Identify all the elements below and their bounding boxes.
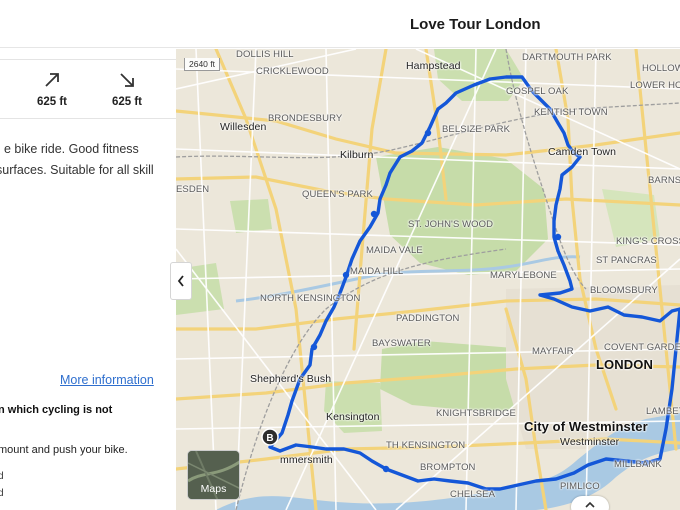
collapse-panel-button[interactable] (170, 262, 192, 300)
cycling-warning: n which cycling is not (0, 404, 113, 416)
map-label: ST PANCRAS (596, 255, 657, 266)
map-label: LAMBET (646, 406, 680, 417)
route-description: e bike ride. Good fitness surfaces. Suit… (0, 139, 176, 181)
map-label: DOLLIS HILL (236, 49, 294, 60)
map-label: Camden Town (548, 146, 617, 158)
map-label: ST. JOHN'S WOOD (408, 219, 494, 230)
map-label-city: LONDON (596, 357, 653, 372)
map-label: BAYSWATER (372, 338, 431, 349)
map-label: Willesden (220, 121, 267, 133)
start-marker[interactable]: B (261, 428, 279, 446)
legend-text: d (0, 488, 4, 499)
map-label: KING'S CROSS (616, 236, 680, 247)
ascent-value: 625 ft (36, 96, 68, 108)
map-label: GOSPEL OAK (506, 86, 569, 97)
map-label: BELSIZE PARK (442, 124, 511, 135)
map-label: ESDEN (176, 184, 210, 195)
map-label: Westminster (560, 436, 620, 448)
map-label: PADDINGTON (396, 313, 460, 324)
descent-value: 625 ft (111, 96, 143, 108)
map-label: Kilburn (340, 149, 374, 161)
arrow-up-right-icon (32, 68, 72, 90)
map-label: KENTISH TOWN (534, 107, 608, 118)
map-scale: 2640 ft (184, 58, 220, 71)
map-label: DARTMOUTH PARK (522, 52, 612, 63)
map-label: HOLLOW (642, 63, 680, 74)
expand-panel-button[interactable] (571, 496, 609, 510)
route-map[interactable]: B DOLLIS HILL CRICKLEWOOD Hampstead DART… (176, 49, 680, 510)
map-label: MAIDA VALE (366, 245, 423, 256)
more-information-link[interactable]: More information (60, 373, 154, 387)
elevation-stats: 625 ft 625 ft (0, 59, 176, 119)
map-label: MAIDA HILL (350, 266, 404, 277)
chevron-up-icon (585, 501, 595, 508)
maps-button-label: Maps (200, 483, 227, 495)
map-label: NORTH KENSINGTON (260, 293, 361, 304)
route-title: Love Tour London (410, 16, 541, 33)
map-label: CHELSEA (450, 489, 496, 500)
map-label: KNIGHTSBRIDGE (436, 408, 516, 419)
map-label: Kensington (326, 411, 380, 423)
header-bar: Love Tour London (0, 0, 680, 48)
description-line-2: surfaces. Suitable for all skill (0, 163, 154, 177)
map-label: BLOOMSBURY (590, 285, 658, 296)
app-root: Love Tour London 625 ft 625 ft e bike ri… (0, 0, 680, 510)
map-label: Shepherd's Bush (250, 373, 332, 385)
maps-layer-button[interactable]: Maps (187, 450, 240, 500)
dismount-instruction: mount and push your bike. (0, 444, 128, 456)
map-label: mmersmith (280, 454, 333, 466)
legend-text: d (0, 471, 4, 482)
chevron-left-icon (177, 275, 184, 287)
map-label: MILLBANK (614, 459, 662, 470)
start-marker-label: B (266, 433, 273, 444)
map-label: MAYFAIR (532, 346, 574, 357)
map-label: BROMPTON (420, 462, 476, 473)
map-label: COVENT GARDE (604, 342, 680, 353)
map-label: MARYLEBONE (490, 270, 557, 281)
map-label: Hampstead (406, 60, 461, 72)
route-details-panel: 625 ft 625 ft e bike ride. Good fitness … (0, 49, 176, 510)
map-label: PIMLICO (560, 481, 600, 492)
map-label-borough: City of Westminster (524, 419, 648, 434)
ascent-stat: 625 ft (32, 68, 72, 108)
map-label: TH KENSINGTON (386, 440, 466, 451)
descent-stat: 625 ft (107, 68, 147, 108)
map-label: LOWER HO (630, 80, 680, 91)
queens-park-green (230, 199, 272, 233)
map-label: BARNS (648, 175, 680, 186)
description-line-1: e bike ride. Good fitness (4, 142, 139, 156)
arrow-down-right-icon (107, 68, 147, 90)
map-label: BRONDESBURY (268, 113, 343, 124)
map-label: CRICKLEWOOD (256, 66, 329, 77)
map-label: QUEEN'S PARK (302, 189, 373, 200)
